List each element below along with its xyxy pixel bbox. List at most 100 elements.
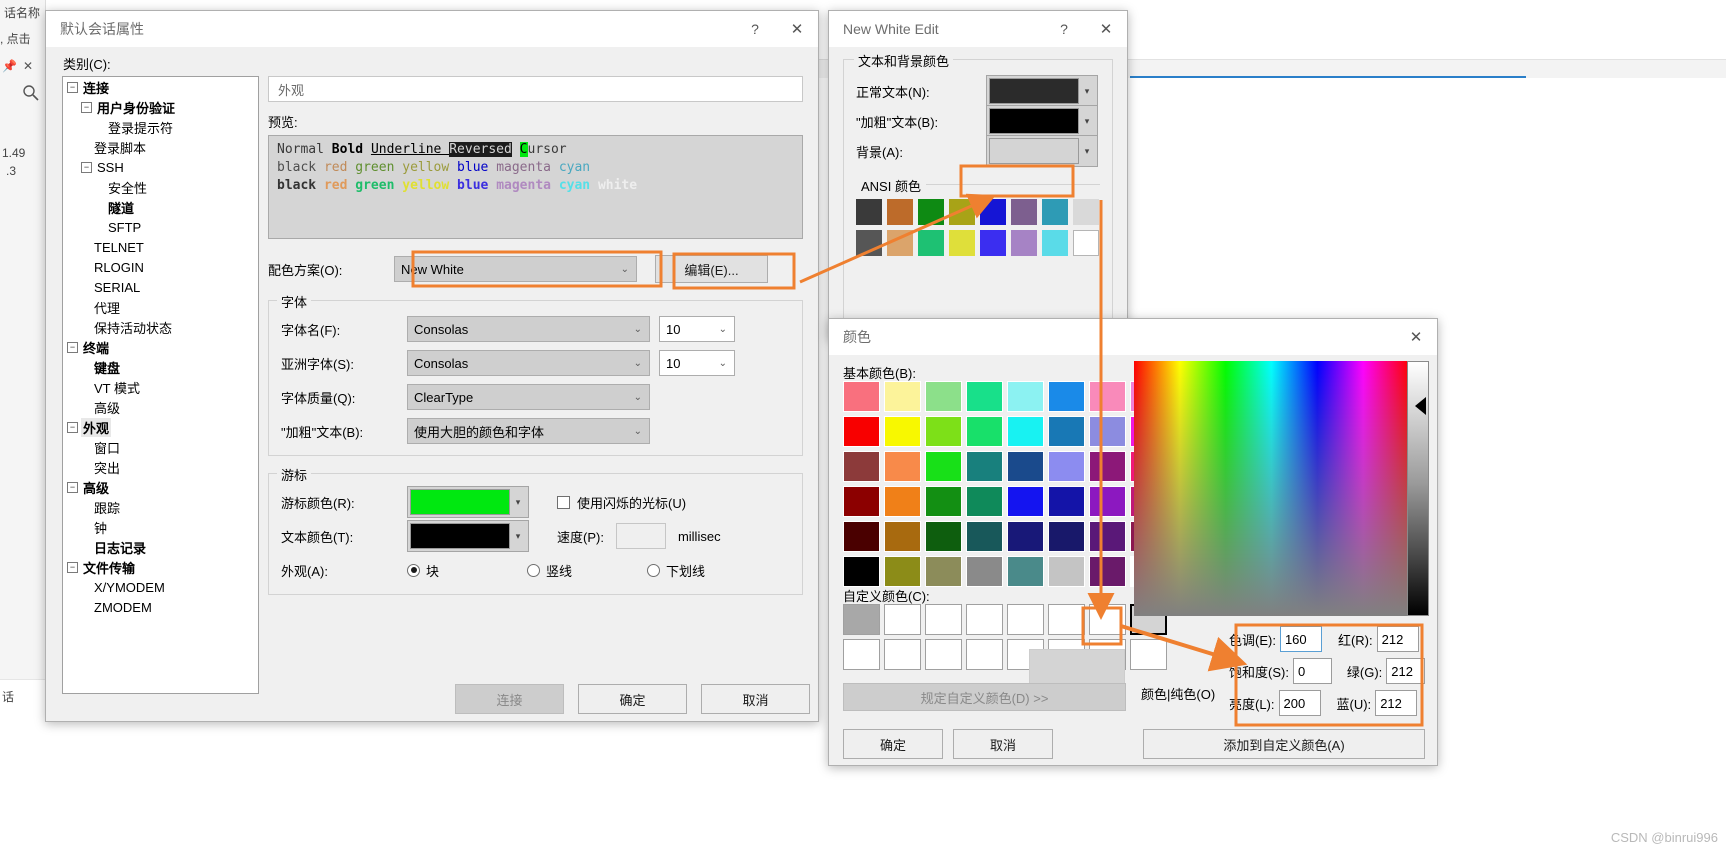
bold-text-combobox[interactable]: 使用大胆的颜色和字体 ⌄ [407,418,650,444]
basic-color-swatch[interactable] [1007,416,1044,447]
close-icon[interactable]: ✕ [1395,319,1437,355]
color-value-input[interactable]: 160 [1279,626,1322,652]
font-name-combobox[interactable]: Consolas ⌄ [407,316,650,342]
blink-cursor-checkbox[interactable]: 使用闪烁的光标(U) [557,493,686,512]
tree-item[interactable]: ⌐突出 [63,457,258,477]
tree-expander-icon[interactable]: − [67,341,78,353]
basic-color-swatch[interactable] [1089,486,1126,517]
ansi-color-swatch[interactable] [1073,199,1099,225]
ok-button[interactable]: 确定 [578,684,687,714]
ansi-color-swatch[interactable] [980,199,1006,225]
custom-color-swatch[interactable] [843,639,880,670]
custom-color-swatch[interactable] [925,604,962,635]
basic-color-swatch[interactable] [1048,451,1085,482]
tree-item[interactable]: − 高级 [63,477,258,497]
chevron-down-icon[interactable]: ▾ [1079,108,1095,134]
edit-scheme-button[interactable]: 编辑(E)... [655,255,768,283]
tree-expander-icon[interactable]: − [67,81,78,93]
basic-colors-grid[interactable] [843,381,1167,587]
tree-item[interactable]: ⌐登录提示符 [63,117,258,137]
tree-item[interactable]: ⌐日志记录 [63,537,258,557]
basic-color-swatch[interactable] [1007,381,1044,412]
tree-item[interactable]: ⌐隧道 [63,197,258,217]
ansi-color-swatch[interactable] [856,230,882,256]
color-value-input[interactable]: 212 [1386,658,1425,684]
tree-expander-icon[interactable]: − [67,561,78,573]
ansi-color-swatch[interactable] [1011,199,1037,225]
ansi-color-swatch[interactable] [918,199,944,225]
tree-item[interactable]: ⌐SERIAL [63,277,258,297]
tree-item[interactable]: ⌐VT 模式 [63,377,258,397]
custom-color-swatch[interactable] [1089,604,1126,635]
cursor-appearance-radio[interactable]: 块 [407,561,527,580]
basic-color-swatch[interactable] [966,451,1003,482]
basic-color-swatch[interactable] [1048,556,1085,587]
basic-color-swatch[interactable] [925,381,962,412]
tree-item[interactable]: − 外观 [63,417,258,437]
custom-color-swatch[interactable] [966,639,1003,670]
chevron-down-icon[interactable]: ▾ [1079,78,1095,104]
tree-item[interactable]: ⌐TELNET [63,237,258,257]
custom-color-swatch[interactable] [1048,604,1085,635]
scheme-color-picker[interactable]: ▾ [986,135,1098,167]
tree-expander-icon[interactable]: − [81,101,92,113]
custom-color-swatch[interactable] [884,604,921,635]
speed-input[interactable] [615,523,666,549]
edit-dialog-titlebar[interactable]: New White Edit ? ✕ [829,11,1127,47]
basic-color-swatch[interactable] [966,416,1003,447]
basic-color-swatch[interactable] [1048,416,1085,447]
basic-color-swatch[interactable] [843,451,880,482]
chevron-down-icon[interactable]: ▾ [1079,138,1095,164]
ansi-color-swatch[interactable] [980,230,1006,256]
chevron-down-icon[interactable]: ▾ [510,489,526,515]
ansi-color-swatch[interactable] [887,230,913,256]
color-value-input[interactable]: 0 [1292,658,1332,684]
basic-color-swatch[interactable] [1089,451,1126,482]
basic-color-swatch[interactable] [925,416,962,447]
tree-item[interactable]: ⌐X/YMODEM [63,577,258,597]
custom-color-swatch[interactable] [1130,639,1167,670]
basic-color-swatch[interactable] [884,416,921,447]
ansi-color-swatch[interactable] [1042,199,1068,225]
tree-item[interactable]: ⌐ZMODEM [63,597,258,617]
session-dialog-titlebar[interactable]: 默认会话属性 ? ✕ [46,11,818,47]
basic-color-swatch[interactable] [1048,521,1085,552]
basic-color-swatch[interactable] [1089,381,1126,412]
custom-color-swatch[interactable] [966,604,1003,635]
basic-color-swatch[interactable] [1048,486,1085,517]
asia-font-combobox[interactable]: Consolas ⌄ [407,350,650,376]
basic-color-swatch[interactable] [925,521,962,552]
basic-color-swatch[interactable] [925,556,962,587]
font-size-combobox[interactable]: 10 ⌄ [659,316,735,342]
ansi-color-grid[interactable] [856,199,1100,256]
close-icon[interactable]: ✕ [1085,11,1127,47]
basic-color-swatch[interactable] [925,451,962,482]
ansi-color-swatch[interactable] [1073,230,1099,256]
font-quality-combobox[interactable]: ClearType ⌄ [407,384,650,410]
color-value-input[interactable]: 212 [1375,690,1418,716]
basic-color-swatch[interactable] [843,381,880,412]
basic-color-swatch[interactable] [884,521,921,552]
custom-color-swatch[interactable] [1007,604,1044,635]
cursor-appearance-radio[interactable]: 下划线 [647,561,767,580]
tree-item[interactable]: ⌐保持活动状态 [63,317,258,337]
color-scheme-combobox[interactable]: New White ⌄ [394,256,637,282]
tree-item[interactable]: − SSH [63,157,258,177]
ansi-color-swatch[interactable] [1042,230,1068,256]
scheme-color-picker[interactable]: ▾ [986,105,1098,137]
search-icon[interactable] [22,84,40,102]
color-dialog-titlebar[interactable]: 颜色 ✕ [829,319,1437,355]
category-tree[interactable]: −连接−用户身份验证⌐登录提示符⌐登录脚本−SSH⌐安全性⌐隧道⌐SFTP⌐TE… [62,76,259,694]
basic-color-swatch[interactable] [843,416,880,447]
help-icon[interactable]: ? [734,11,776,47]
close-icon[interactable]: ✕ [23,59,33,73]
scheme-color-picker[interactable]: ▾ [986,75,1098,107]
tree-item[interactable]: − 文件传输 [63,557,258,577]
hue-saturation-field[interactable] [1134,361,1409,616]
basic-color-swatch[interactable] [884,381,921,412]
tree-item[interactable]: ⌐高级 [63,397,258,417]
tree-item[interactable]: ⌐安全性 [63,177,258,197]
text-color-picker[interactable]: ▾ [407,520,529,552]
tree-item[interactable]: ⌐RLOGIN [63,257,258,277]
ansi-color-swatch[interactable] [856,199,882,225]
